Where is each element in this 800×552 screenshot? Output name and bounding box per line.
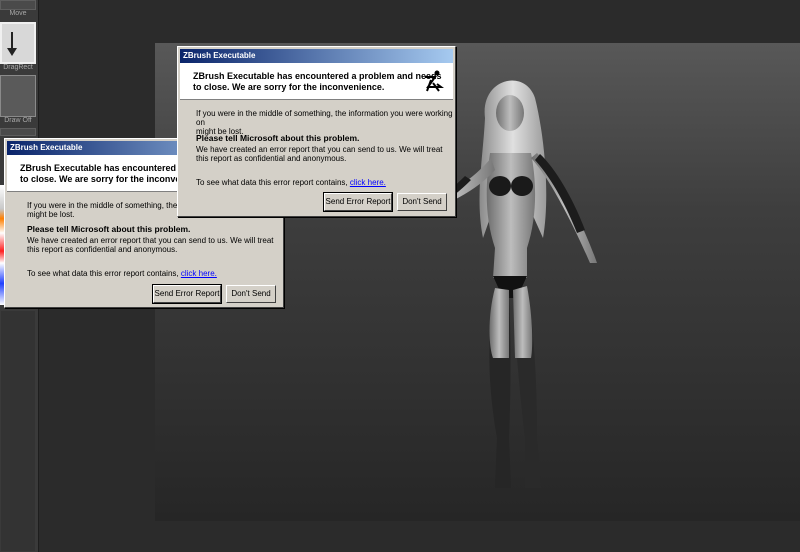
palette-empty-area bbox=[0, 310, 36, 552]
tell-microsoft-heading: Please tell Microsoft about this problem… bbox=[196, 133, 360, 143]
report-description: We have created an error report that you… bbox=[196, 145, 443, 163]
error-heading: ZBrush Executable has encountered a prob… bbox=[193, 71, 442, 92]
send-error-report-button[interactable]: Send Error Report bbox=[323, 192, 393, 212]
error-heading: ZBrush Executable has encountered a pr t… bbox=[20, 163, 195, 184]
report-description: We have created an error report that you… bbox=[27, 236, 274, 254]
click-here-link[interactable]: click here. bbox=[350, 178, 386, 187]
zbrush-logo-icon bbox=[425, 70, 444, 92]
see-data-label: To see what data this error report conta… bbox=[27, 269, 181, 278]
see-data-text: To see what data this error report conta… bbox=[196, 178, 386, 187]
click-here-link[interactable]: click here. bbox=[181, 269, 217, 278]
arrow-down-icon bbox=[7, 32, 17, 56]
draw-off-label: Draw Off bbox=[4, 117, 32, 124]
send-error-report-button[interactable]: Send Error Report bbox=[152, 284, 222, 304]
dragrect-tool-button[interactable] bbox=[0, 75, 36, 117]
see-data-label: To see what data this error report conta… bbox=[196, 178, 350, 187]
move-tool-button[interactable] bbox=[0, 22, 36, 64]
tell-microsoft-heading: Please tell Microsoft about this problem… bbox=[27, 224, 191, 234]
tool-tile-top[interactable] bbox=[0, 0, 36, 10]
move-label: Move bbox=[9, 10, 27, 17]
dont-send-button[interactable]: Don't Send bbox=[397, 193, 447, 211]
info-text: If you were in the middle of something, … bbox=[27, 201, 202, 219]
tool-tile-lower[interactable] bbox=[0, 128, 36, 136]
info-text: If you were in the middle of something, … bbox=[196, 109, 453, 136]
header-panel: ZBrush Executable has encountered a prob… bbox=[180, 63, 453, 100]
title-bar[interactable]: ZBrush Executable bbox=[180, 49, 453, 63]
error-dialog-front: ZBrush Executable ZBrush Executable has … bbox=[177, 46, 456, 217]
dont-send-button[interactable]: Don't Send bbox=[226, 285, 276, 303]
see-data-text: To see what data this error report conta… bbox=[27, 269, 217, 278]
dragrect-label: DragRect bbox=[3, 64, 33, 71]
